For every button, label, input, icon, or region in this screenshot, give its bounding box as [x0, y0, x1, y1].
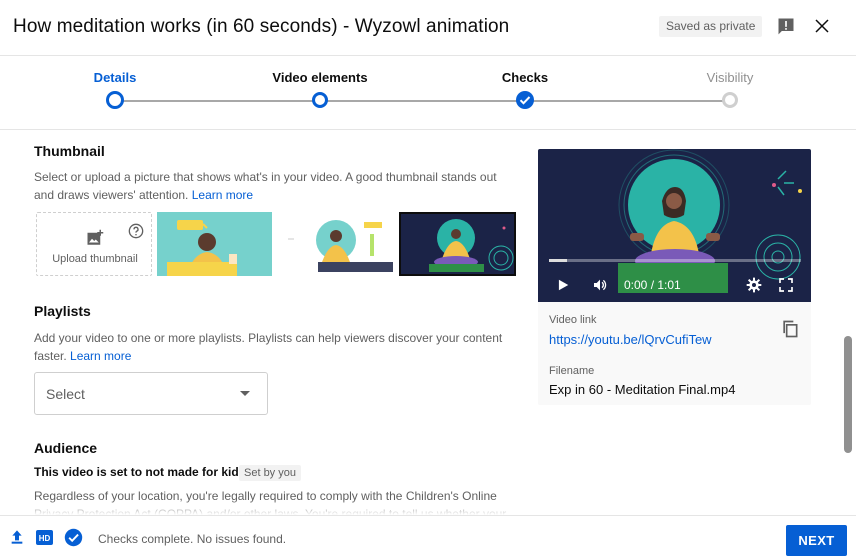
check-icon: [519, 96, 531, 105]
content-scrollbar[interactable]: [844, 336, 852, 453]
kids-status-text: This video is set to not made for kids: [34, 465, 246, 479]
close-icon[interactable]: [813, 17, 831, 35]
playlist-select[interactable]: Select: [34, 372, 268, 415]
step-video-elements-dot[interactable]: [312, 92, 328, 108]
upload-icon[interactable]: [9, 529, 25, 545]
upload-thumbnail-label: Upload thumbnail: [52, 253, 138, 265]
dropdown-arrow-icon: [240, 391, 250, 396]
step-details-dot[interactable]: [106, 91, 124, 109]
playlists-learn-more-link[interactable]: Learn more: [70, 349, 131, 363]
filename-label: Filename: [549, 365, 595, 377]
thumbnail-illustration-3: [429, 219, 514, 272]
playlists-description: Add your video to one or more playlists.…: [34, 329, 504, 365]
video-time: 0:00 / 1:01: [624, 278, 681, 292]
dialog-header: How meditation works (in 60 seconds) - W…: [0, 0, 856, 56]
video-progress-fill: [549, 259, 567, 262]
help-icon[interactable]: [128, 223, 144, 239]
video-player[interactable]: 0:00 / 1:01: [538, 149, 811, 302]
thumbnail-learn-more-link[interactable]: Learn more: [192, 188, 253, 202]
thumbnail-illustration-2: [288, 220, 393, 272]
playlist-select-value: Select: [46, 386, 85, 402]
thumbnail-heading: Thumbnail: [34, 143, 105, 159]
thumbnail-description: Select or upload a picture that shows wh…: [34, 168, 519, 204]
hd-icon[interactable]: HD: [36, 530, 53, 545]
page-title: How meditation works (in 60 seconds) - W…: [13, 16, 510, 37]
dialog-footer: HD Checks complete. No issues found. NEX…: [0, 515, 856, 558]
next-button[interactable]: NEXT: [786, 525, 847, 556]
video-link[interactable]: https://youtu.be/lQrvCufiTew: [549, 332, 712, 347]
filename-value: Exp in 60 - Meditation Final.mp4: [549, 382, 736, 397]
upload-stepper: Details Video elements Checks Visibility: [0, 56, 856, 130]
tab-video-elements[interactable]: Video elements: [272, 70, 367, 85]
step-visibility-dot[interactable]: [722, 92, 738, 108]
copy-icon[interactable]: [780, 319, 800, 339]
video-preview-card: 0:00 / 1:01 Video link https://youtu.be/…: [538, 149, 811, 405]
thumbnail-description-text: Select or upload a picture that shows wh…: [34, 170, 497, 202]
video-progress-bar[interactable]: [549, 259, 801, 262]
settings-gear-icon[interactable]: [746, 277, 762, 293]
scroll-fade: [0, 500, 520, 515]
play-icon[interactable]: [556, 278, 570, 292]
checks-complete-icon[interactable]: [64, 528, 83, 547]
thumbnail-option-3-selected[interactable]: [399, 212, 516, 276]
set-by-you-badge: Set by you: [239, 465, 301, 481]
tab-details[interactable]: Details: [94, 70, 137, 85]
saved-status-badge: Saved as private: [659, 16, 763, 37]
tab-visibility[interactable]: Visibility: [707, 70, 754, 85]
thumbnail-illustration-1: [167, 220, 237, 276]
thumbnail-option-1[interactable]: [157, 212, 272, 276]
feedback-icon[interactable]: [776, 16, 796, 36]
add-photo-icon: [87, 229, 104, 245]
checks-status-text: Checks complete. No issues found.: [98, 532, 287, 546]
stepper-track: [115, 100, 730, 102]
video-link-label: Video link: [549, 314, 597, 326]
tab-checks[interactable]: Checks: [502, 70, 548, 85]
audience-heading: Audience: [34, 440, 98, 456]
svg-text:HD: HD: [39, 534, 51, 543]
volume-icon[interactable]: [591, 277, 609, 293]
step-checks-dot[interactable]: [516, 91, 534, 109]
playlists-heading: Playlists: [34, 303, 91, 319]
fullscreen-icon[interactable]: [778, 277, 794, 293]
upload-thumbnail-button[interactable]: Upload thumbnail: [36, 212, 152, 276]
thumbnail-option-2[interactable]: [278, 212, 393, 276]
